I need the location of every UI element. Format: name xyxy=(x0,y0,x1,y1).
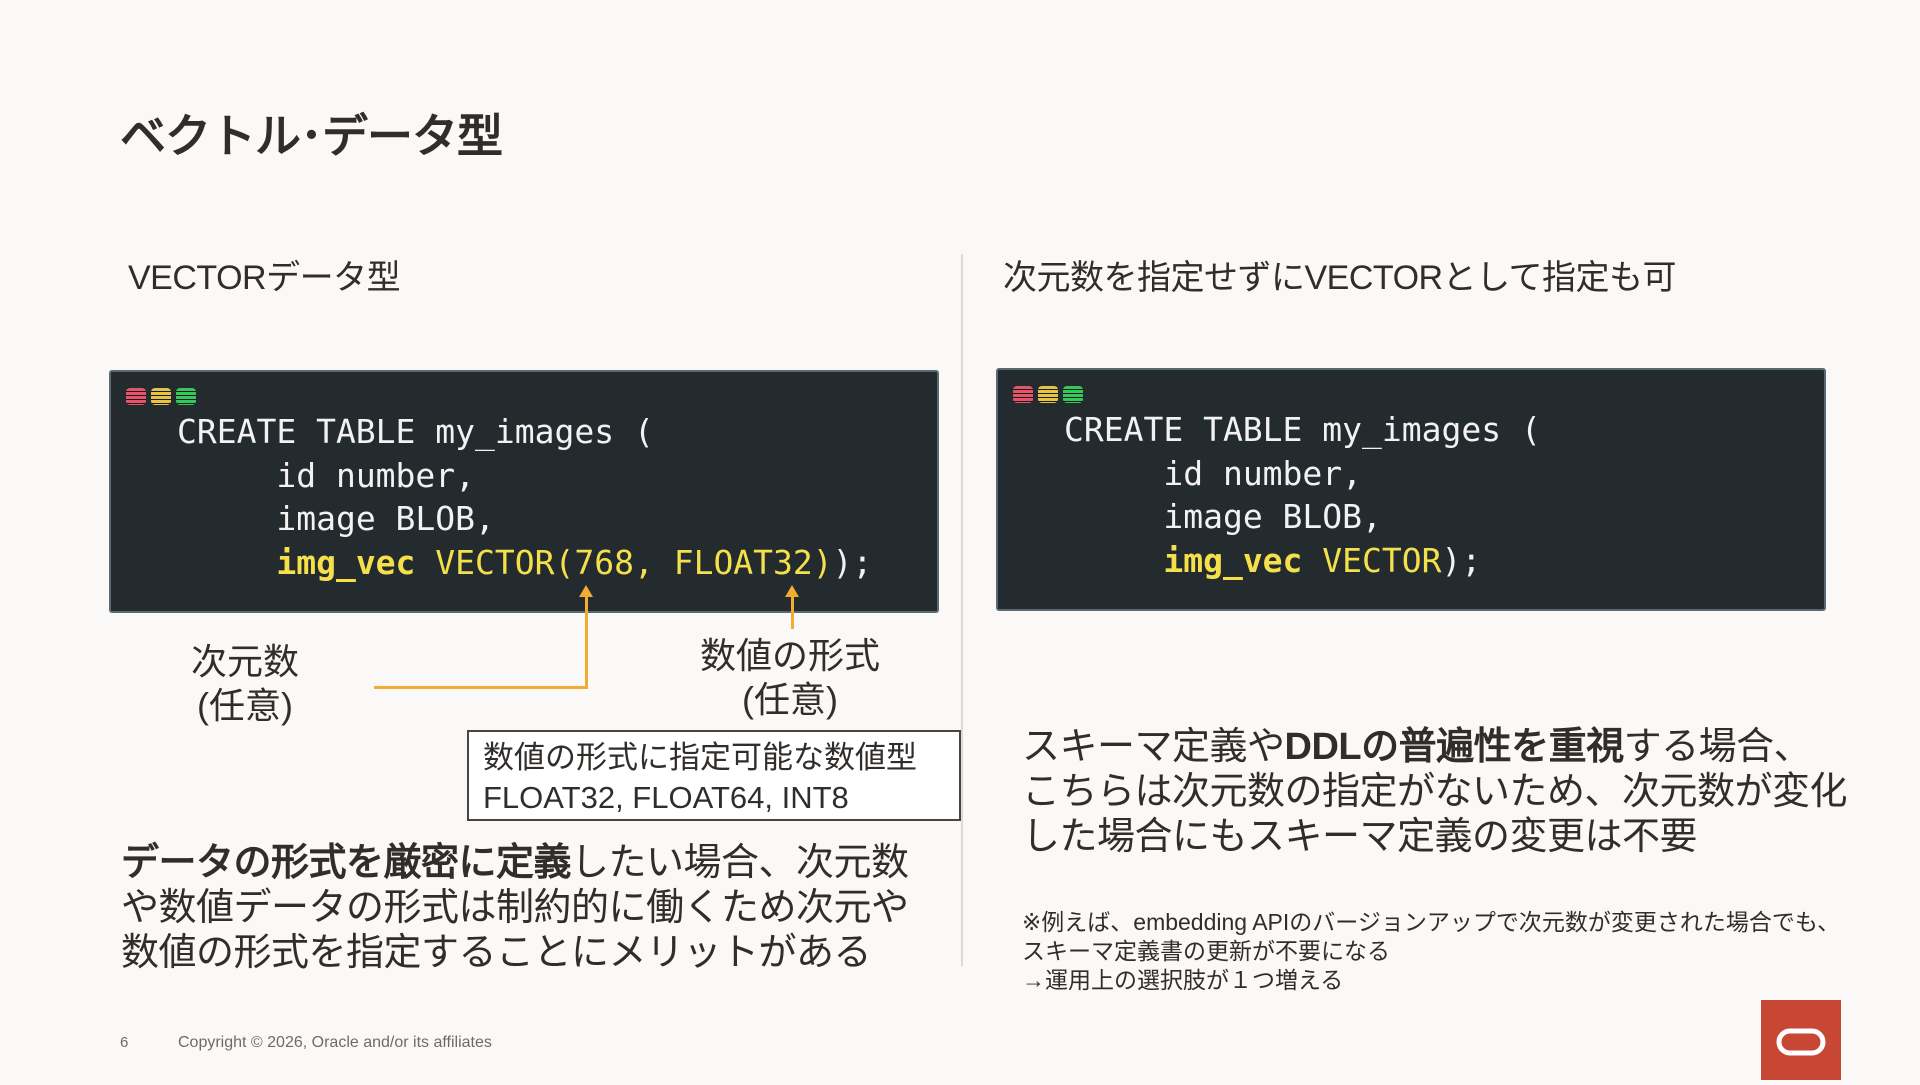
code-line: id number, xyxy=(276,455,476,495)
left-body-emphasis: データの形式を厳密に定義 xyxy=(121,842,572,884)
right-code-window: CREATE TABLE my_images ( id number, imag… xyxy=(996,368,1826,611)
footnote: ※例えば、embedding APIのバージョンアップで次元数が変更された場合で… xyxy=(1022,908,1842,995)
code-line: CREATE TABLE my_images ( xyxy=(177,412,654,451)
code-column-name: img_vec xyxy=(1163,540,1303,580)
yellow-stack-icon xyxy=(1038,386,1058,403)
numeric-types-note: 数値の形式に指定可能な数値型 FLOAT32, FLOAT64, INT8 xyxy=(467,730,961,821)
code-line: id number, xyxy=(1163,453,1363,493)
format-optional-label: (任意) xyxy=(742,679,838,720)
column-divider xyxy=(961,254,963,966)
left-code-block: CREATE TABLE my_images ( id number, imag… xyxy=(177,410,872,584)
right-body-text: スキーマ定義やDDLの普遍性を重視する場合、 こちらは次元数の指定がないため、次… xyxy=(1022,725,1852,860)
left-body-text: データの形式を厳密に定義したい場合、次元数 や数値データの形式は制約的に働くため… xyxy=(121,841,921,976)
red-stack-icon xyxy=(1013,386,1033,403)
left-body-line: や数値データの形式は制約的に働くため次元や xyxy=(121,887,909,929)
code-column-name: img_vec xyxy=(276,542,416,582)
footnote-line: スキーマ定義書の更新が不要になる xyxy=(1022,938,1390,964)
code-vector-type: VECTOR(768, FLOAT32) xyxy=(435,542,833,582)
dimension-label: 次元数 xyxy=(190,641,299,682)
right-body-line: スキーマ定義や xyxy=(1022,726,1285,768)
dimension-arrow-horizontal xyxy=(374,686,588,689)
slide-title: ベクトル･データ型 xyxy=(120,110,503,162)
format-arrow-vertical xyxy=(791,595,794,629)
code-line: image BLOB, xyxy=(276,499,495,538)
left-code-window: CREATE TABLE my_images ( id number, imag… xyxy=(109,370,939,613)
right-body-line: した場合にもスキーマ定義の変更は不要 xyxy=(1022,816,1698,858)
code-line-end: ); xyxy=(832,542,873,582)
note-line: FLOAT32, FLOAT64, INT8 xyxy=(483,780,849,815)
dimension-arrow-vertical xyxy=(585,595,588,689)
code-line-end: ); xyxy=(1441,540,1482,580)
red-stack-icon xyxy=(126,388,146,405)
left-subhead: VECTORデータ型 xyxy=(128,259,401,297)
green-stack-icon xyxy=(1063,386,1083,403)
right-body-emphasis: DDLの普遍性を重視 xyxy=(1284,726,1625,768)
yellow-stack-icon xyxy=(151,388,171,405)
right-body-line: する場合、 xyxy=(1623,726,1812,768)
right-code-block: CREATE TABLE my_images ( id number, imag… xyxy=(1064,408,1541,582)
footnote-line: →運用上の選択肢が１つ増える xyxy=(1022,967,1344,993)
dimension-arrowhead-icon xyxy=(579,585,593,597)
copyright: Copyright © 2026, Oracle and/or its affi… xyxy=(178,1034,492,1051)
oracle-logo-icon xyxy=(1761,1000,1841,1080)
left-body-line: したい場合、次元数 xyxy=(571,842,909,884)
format-arrowhead-icon xyxy=(785,585,799,597)
footnote-line: ※例えば、embedding APIのバージョンアップで次元数が変更された場合で… xyxy=(1022,909,1841,935)
window-controls xyxy=(1013,386,1083,403)
code-line: image BLOB, xyxy=(1163,497,1382,536)
code-line: CREATE TABLE my_images ( xyxy=(1064,410,1541,449)
right-subhead: 次元数を指定せずにVECTORとして指定も可 xyxy=(1003,259,1677,297)
right-body-line: こちらは次元数の指定がないため、次元数が変化 xyxy=(1022,771,1848,813)
page-number: 6 xyxy=(120,1034,129,1051)
note-line: 数値の形式に指定可能な数値型 xyxy=(483,740,917,775)
format-label: 数値の形式 xyxy=(699,635,880,676)
window-controls xyxy=(126,388,196,405)
code-vector-type: VECTOR xyxy=(1322,540,1442,580)
left-body-line: 数値の形式を指定することにメリットがある xyxy=(121,932,872,974)
dimension-optional-label: (任意) xyxy=(197,685,293,726)
green-stack-icon xyxy=(176,388,196,405)
format-callout: 数値の形式 (任意) xyxy=(690,634,890,722)
dimension-callout: 次元数 (任意) xyxy=(180,640,310,728)
